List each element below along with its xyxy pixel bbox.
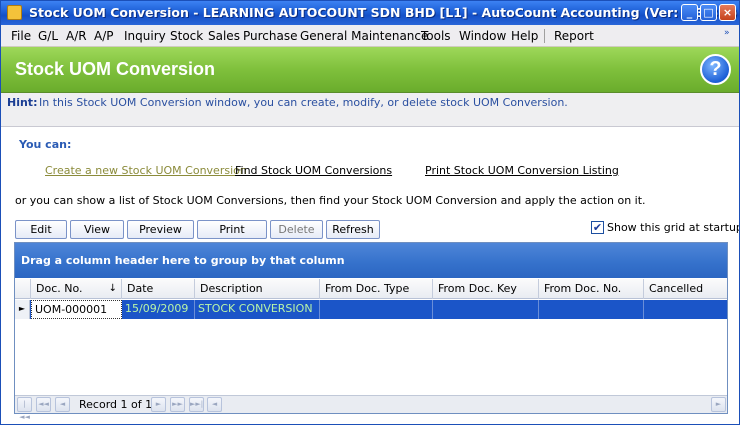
refresh-button[interactable]: Refresh <box>326 220 380 239</box>
title-bar[interactable]: Stock UOM Conversion - LEARNING AUTOCOUN… <box>1 1 739 25</box>
application-window: Stock UOM Conversion - LEARNING AUTOCOUN… <box>0 0 740 425</box>
column-header-row: Doc. No. ↓ Date Description From Doc. Ty… <box>15 279 727 299</box>
menu-window[interactable]: Window <box>459 29 506 43</box>
menu-ap[interactable]: A/P <box>94 29 114 43</box>
hint-bar: Hint: In this Stock UOM Conversion windo… <box>1 93 739 127</box>
menu-bar: File G/L A/R A/P Inquiry Stock Sales Pur… <box>1 25 739 47</box>
edit-button[interactable]: Edit <box>15 220 67 239</box>
next-page-icon[interactable]: ►► <box>170 397 185 412</box>
menu-stock[interactable]: Stock <box>170 29 203 43</box>
menu-help[interactable]: Help <box>511 29 538 43</box>
hint-label: Hint: <box>7 96 38 109</box>
main-content: You can: Create a new Stock UOM Conversi… <box>1 128 739 424</box>
menu-file[interactable]: File <box>11 29 31 43</box>
menu-chevron-icon[interactable]: » <box>724 28 733 44</box>
cell-date[interactable]: 15/09/2009 <box>122 300 195 319</box>
cell-cancelled[interactable] <box>644 300 727 319</box>
menu-ar[interactable]: A/R <box>66 29 87 43</box>
next-record-icon[interactable]: ► <box>151 397 166 412</box>
page-title: Stock UOM Conversion <box>15 59 216 79</box>
print-listing-link[interactable]: Print Stock UOM Conversion Listing <box>425 164 619 177</box>
data-grid: Drag a column header here to group by th… <box>14 242 728 421</box>
row-indicator-icon: ► <box>15 300 30 319</box>
scroll-right-icon[interactable]: ► <box>711 397 726 412</box>
column-header-from-doc-no[interactable]: From Doc. No. <box>539 279 644 299</box>
column-header-from-doc-type[interactable]: From Doc. Type <box>320 279 433 299</box>
group-panel-text: Drag a column header here to group by th… <box>21 254 345 267</box>
minimize-button[interactable]: _ <box>681 4 698 21</box>
column-header-date[interactable]: Date <box>122 279 195 299</box>
window-title: Stock UOM Conversion - LEARNING AUTOCOUN… <box>29 5 738 20</box>
maximize-button[interactable]: □ <box>700 4 717 21</box>
menu-separator <box>544 29 545 43</box>
delete-button[interactable]: Delete <box>270 220 323 239</box>
cell-from-doc-no[interactable] <box>539 300 644 319</box>
print-button[interactable]: Print <box>197 220 267 239</box>
column-header-doc-no[interactable]: Doc. No. ↓ <box>31 279 122 299</box>
column-header-from-doc-key[interactable]: From Doc. Key <box>433 279 539 299</box>
preview-button[interactable]: Preview <box>127 220 194 239</box>
cell-description[interactable]: STOCK CONVERSION <box>195 300 320 319</box>
group-by-panel[interactable]: Drag a column header here to group by th… <box>15 243 727 278</box>
record-navigator: |◄◄ ◄◄ ◄ Record 1 of 1 ► ►► ►►| ◄ ► <box>15 395 727 421</box>
menu-gl[interactable]: G/L <box>38 29 58 43</box>
prev-page-icon[interactable]: ◄◄ <box>36 397 51 412</box>
cell-from-doc-key[interactable] <box>433 300 539 319</box>
close-button[interactable]: × <box>719 4 736 21</box>
table-row[interactable]: ► UOM-000001 15/09/2009 STOCK CONVERSION <box>15 300 727 319</box>
menu-general-maintenance[interactable]: General Maintenance <box>300 29 428 43</box>
menu-tools[interactable]: Tools <box>421 29 451 43</box>
row-indicator-header <box>15 279 31 299</box>
app-icon <box>7 5 22 20</box>
prev-record-icon[interactable]: ◄ <box>55 397 70 412</box>
column-header-label: Doc. No. <box>36 282 83 295</box>
hint-text: In this Stock UOM Conversion window, you… <box>39 96 568 109</box>
page-header: Stock UOM Conversion ? <box>1 47 739 93</box>
menu-sales[interactable]: Sales <box>208 29 240 43</box>
last-record-icon[interactable]: ►►| <box>189 397 204 412</box>
instruction-text: or you can show a list of Stock UOM Conv… <box>15 194 646 207</box>
menu-inquiry[interactable]: Inquiry <box>124 29 166 43</box>
you-can-label: You can: <box>19 138 72 151</box>
startup-checkbox-label: Show this grid at startup <box>607 221 740 234</box>
view-button[interactable]: View <box>70 220 124 239</box>
scroll-left-icon[interactable]: ◄ <box>207 397 222 412</box>
record-count-text: Record 1 of 1 <box>79 398 153 411</box>
menu-report[interactable]: Report <box>554 29 594 43</box>
help-icon[interactable]: ? <box>700 54 731 85</box>
first-record-icon[interactable]: |◄◄ <box>17 397 32 421</box>
cell-from-doc-type[interactable] <box>320 300 433 319</box>
create-new-link[interactable]: Create a new Stock UOM Conversion <box>45 164 247 177</box>
menu-purchase[interactable]: Purchase <box>243 29 298 43</box>
startup-checkbox[interactable]: ✔ <box>591 221 604 234</box>
column-header-description[interactable]: Description <box>195 279 320 299</box>
cell-doc-no[interactable]: UOM-000001 <box>31 300 122 319</box>
column-header-cancelled[interactable]: Cancelled <box>644 279 727 299</box>
find-link[interactable]: Find Stock UOM Conversions <box>235 164 392 177</box>
sort-arrow-icon: ↓ <box>108 283 117 294</box>
